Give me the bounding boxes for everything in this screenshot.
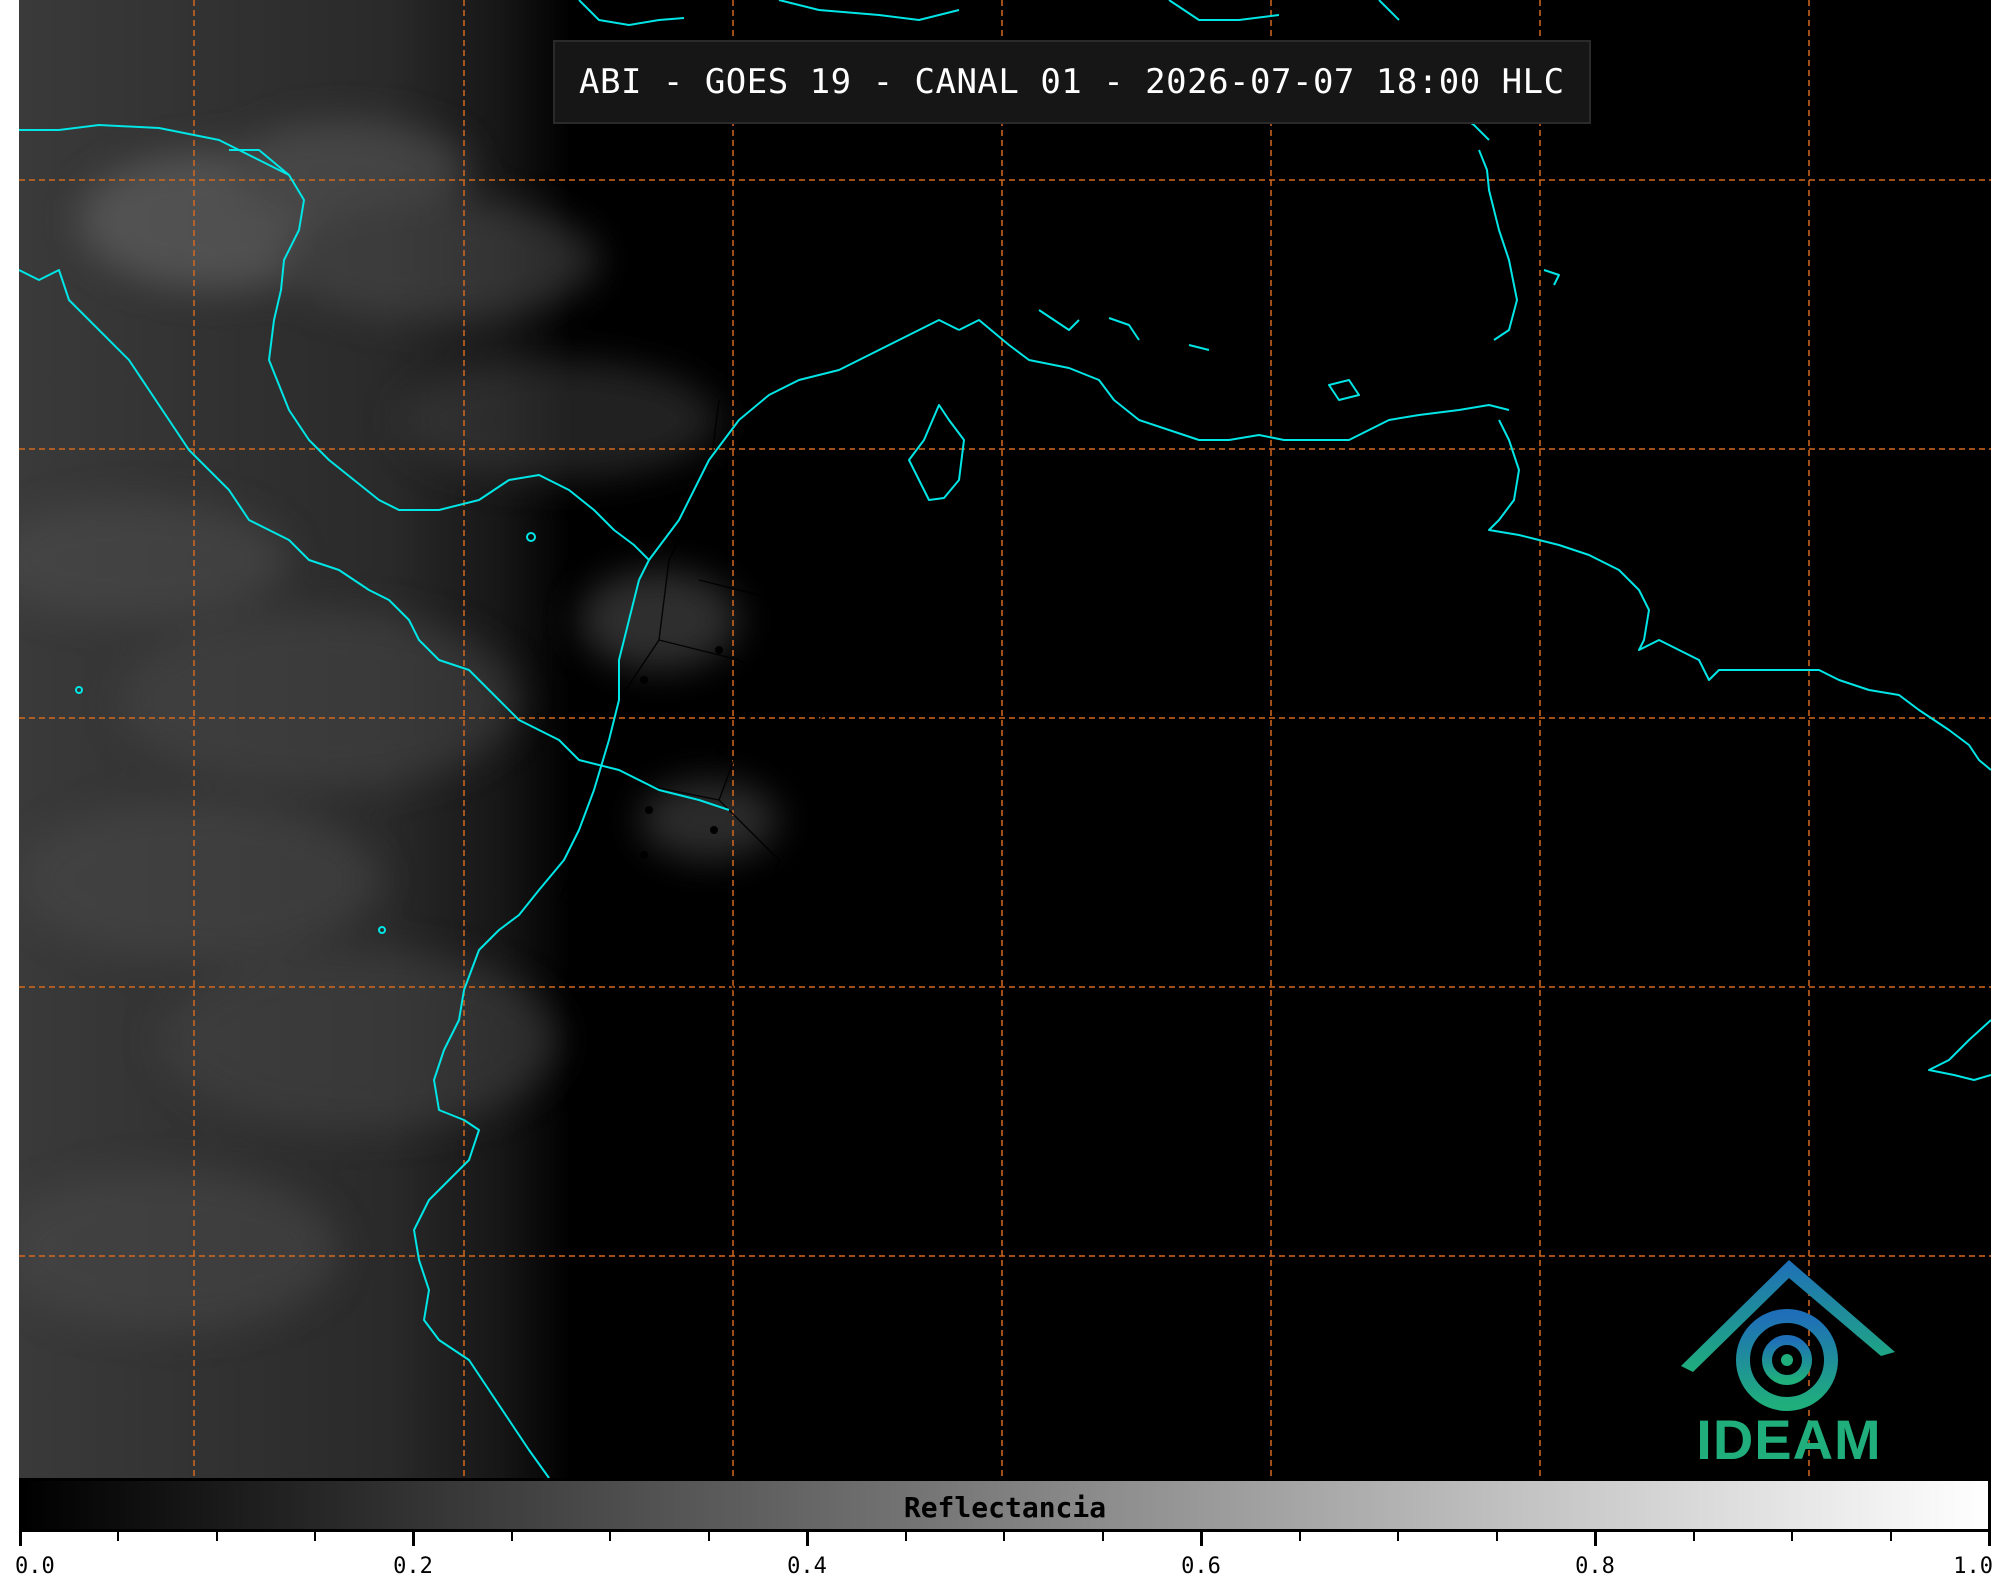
colorbar-ticks: 0.0 0.2 0.4 0.6 0.8 1.0 bbox=[15, 1532, 1993, 1579]
colorbar-tick-label: 0.0 bbox=[15, 1554, 55, 1579]
colorbar-minor-tick bbox=[511, 1532, 513, 1541]
colorbar-minor-tick bbox=[1496, 1532, 1498, 1541]
colorbar-minor-tick bbox=[1791, 1532, 1793, 1541]
colorbar-tick bbox=[1200, 1532, 1203, 1546]
colorbar-minor-tick bbox=[1003, 1532, 1005, 1541]
colorbar-tick bbox=[1594, 1532, 1597, 1546]
title-box: ABI - GOES 19 - CANAL 01 - 2026-07-07 18… bbox=[553, 40, 1591, 124]
colorbar-minor-tick bbox=[216, 1532, 218, 1541]
map-title: ABI - GOES 19 - CANAL 01 - 2026-07-07 18… bbox=[579, 62, 1565, 102]
ideam-logo-icon bbox=[1681, 1260, 1895, 1411]
colorbar-minor-tick bbox=[1299, 1532, 1301, 1541]
colorbar-minor-tick bbox=[117, 1532, 119, 1541]
colorbar-tick-label: 1.0 bbox=[1953, 1554, 1993, 1579]
colorbar-tick bbox=[806, 1532, 809, 1546]
colorbar-tick bbox=[1988, 1532, 1991, 1546]
colorbar-label: Reflectancia bbox=[903, 1491, 1107, 1524]
colorbar-minor-tick bbox=[1890, 1532, 1892, 1541]
colorbar-minor-tick bbox=[708, 1532, 710, 1541]
colorbar-minor-tick bbox=[1693, 1532, 1695, 1541]
colorbar: Reflectancia bbox=[19, 1478, 1991, 1532]
colorbar-tick-label: 0.8 bbox=[1575, 1554, 1615, 1579]
colorbar-minor-tick bbox=[905, 1532, 907, 1541]
colorbar-tick bbox=[412, 1532, 415, 1546]
colorbar-minor-tick bbox=[1397, 1532, 1399, 1541]
ideam-logo: IDEAM bbox=[1669, 1248, 1909, 1478]
colorbar-minor-tick bbox=[1102, 1532, 1104, 1541]
ideam-logo-text: IDEAM bbox=[1696, 1408, 1882, 1471]
colorbar-minor-tick bbox=[609, 1532, 611, 1541]
colorbar-tick-label: 0.4 bbox=[787, 1554, 827, 1579]
satellite-map: ABI - GOES 19 - CANAL 01 - 2026-07-07 18… bbox=[19, 0, 1991, 1478]
colorbar-minor-tick bbox=[314, 1532, 316, 1541]
colorbar-tick-label: 0.6 bbox=[1181, 1554, 1221, 1579]
colorbar-tick bbox=[19, 1532, 22, 1546]
colorbar-tick-label: 0.2 bbox=[393, 1554, 433, 1579]
